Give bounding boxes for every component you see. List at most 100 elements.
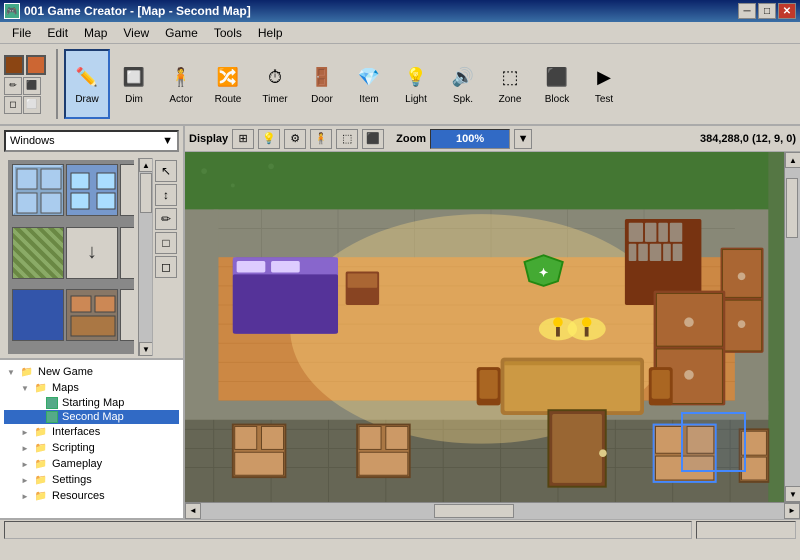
scroll-thumb[interactable] bbox=[140, 173, 152, 213]
side-tool-erase[interactable]: ◻ bbox=[155, 256, 177, 278]
toolbar-tool-zone[interactable]: ⬚Zone bbox=[487, 49, 533, 119]
tile-window-brown[interactable] bbox=[66, 289, 118, 341]
tree-item-interfaces[interactable]: ►📁Interfaces bbox=[4, 424, 179, 440]
close-button[interactable]: ✕ bbox=[778, 3, 796, 19]
title-text: 001 Game Creator - [Map - Second Map] bbox=[24, 4, 251, 18]
hscroll-thumb[interactable] bbox=[434, 504, 514, 518]
toolbar-tool-spk[interactable]: 🔊Spk. bbox=[440, 49, 486, 119]
menu-item-tools[interactable]: Tools bbox=[206, 24, 250, 42]
tree-item-second-map[interactable]: Second Map bbox=[4, 410, 179, 424]
folder-expand-icon: ► bbox=[18, 473, 32, 487]
tree-item-starting-map[interactable]: Starting Map bbox=[4, 396, 179, 410]
toolbar-tool-dim[interactable]: 🔲Dim bbox=[111, 49, 157, 119]
tile-blue[interactable] bbox=[12, 289, 64, 341]
minimize-button[interactable]: ─ bbox=[738, 3, 756, 19]
actor-icon: 🧍 bbox=[167, 64, 195, 92]
toolbar-tool-route[interactable]: 🔀Route bbox=[205, 49, 251, 119]
menu-item-file[interactable]: File bbox=[4, 24, 39, 42]
folder-expand-icon: ► bbox=[18, 425, 32, 439]
folder-expand-icon: ► bbox=[18, 489, 32, 503]
menu-item-game[interactable]: Game bbox=[157, 24, 206, 42]
tile-1[interactable] bbox=[12, 164, 64, 216]
tree-item-gameplay[interactable]: ►📁Gameplay bbox=[4, 456, 179, 472]
tool-fill[interactable]: ⬛ bbox=[23, 77, 41, 95]
tile-2[interactable] bbox=[66, 164, 118, 216]
toolbar-tool-timer[interactable]: ⏱Timer bbox=[252, 49, 298, 119]
tile-eraser[interactable]: ◻ bbox=[120, 289, 134, 341]
tile-diagonal[interactable] bbox=[12, 227, 64, 279]
tile-pencil[interactable]: ✏ bbox=[120, 227, 134, 279]
hscroll-right-arrow[interactable]: ► bbox=[784, 503, 800, 519]
tile-arrow-down[interactable]: ↓ bbox=[66, 227, 118, 279]
color-row bbox=[4, 55, 46, 75]
side-tool-rect[interactable]: □ bbox=[155, 232, 177, 254]
menu-item-view[interactable]: View bbox=[115, 24, 157, 42]
tree-item-label: Starting Map bbox=[62, 397, 124, 409]
vscroll-thumb[interactable] bbox=[786, 178, 798, 238]
tile-grid[interactable]: ↑ ↓ ✏ bbox=[8, 160, 134, 354]
toolbar-tool-draw[interactable]: ✏️Draw bbox=[64, 49, 110, 119]
toolbar-tool-actor[interactable]: 🧍Actor bbox=[158, 49, 204, 119]
route-icon: 🔀 bbox=[214, 64, 242, 92]
chevron-down-icon: ▼ bbox=[162, 135, 173, 147]
windows-dropdown-label: Windows bbox=[10, 135, 55, 147]
draw-tools: ✏ ⬛ ◻ ⬜ bbox=[4, 77, 44, 114]
tree-item-settings[interactable]: ►📁Settings bbox=[4, 472, 179, 488]
test-icon: ▶ bbox=[590, 64, 618, 92]
display-btn-zones[interactable]: ⬚ bbox=[336, 129, 358, 149]
color-swatch-brown[interactable] bbox=[4, 55, 24, 75]
maximize-button[interactable]: □ bbox=[758, 3, 776, 19]
scroll-up-arrow[interactable]: ▲ bbox=[139, 158, 153, 172]
main-layout: Windows ▼ bbox=[0, 126, 800, 518]
tree-item-scripting[interactable]: ►📁Scripting bbox=[4, 440, 179, 456]
vscroll-down-arrow[interactable]: ▼ bbox=[785, 486, 800, 502]
menu-item-edit[interactable]: Edit bbox=[39, 24, 76, 42]
tree-item-new-game[interactable]: ▼📁New Game bbox=[4, 364, 179, 380]
tree-item-label: Second Map bbox=[62, 411, 124, 423]
zoom-dropdown[interactable]: ▼ bbox=[514, 129, 532, 149]
windows-dropdown[interactable]: Windows ▼ bbox=[4, 130, 179, 152]
toolbar-tool-block[interactable]: ⬛Block bbox=[534, 49, 580, 119]
side-tool-1[interactable]: ↖ bbox=[155, 160, 177, 182]
app-icon: 🎮 bbox=[4, 3, 20, 19]
map-icon bbox=[46, 397, 58, 409]
map-canvas[interactable]: ✦ bbox=[185, 152, 784, 502]
map-icon bbox=[46, 411, 58, 423]
color-swatch-orange[interactable] bbox=[26, 55, 46, 75]
side-tool-pencil[interactable]: ✏ bbox=[155, 208, 177, 230]
tree-item-label: Maps bbox=[52, 382, 79, 394]
tree-item-maps[interactable]: ▼📁Maps bbox=[4, 380, 179, 396]
zoom-label: Zoom bbox=[396, 133, 426, 145]
block-icon: ⬛ bbox=[543, 64, 571, 92]
hscroll-left-arrow[interactable]: ◄ bbox=[185, 503, 201, 519]
toolbar-tool-test[interactable]: ▶Test bbox=[581, 49, 627, 119]
menu-item-help[interactable]: Help bbox=[250, 24, 291, 42]
tile-arrow-up[interactable]: ↑ bbox=[120, 164, 134, 216]
toolbar-tool-light[interactable]: 💡Light bbox=[393, 49, 439, 119]
tool-select[interactable]: ⬜ bbox=[23, 96, 41, 114]
display-btn-grid[interactable]: ⊞ bbox=[232, 129, 254, 149]
display-btn-light[interactable]: 💡 bbox=[258, 129, 280, 149]
folder-icon: 📁 bbox=[34, 457, 48, 471]
light-icon: 💡 bbox=[402, 64, 430, 92]
toolbar-tool-item[interactable]: 💎Item bbox=[346, 49, 392, 119]
zoom-input[interactable]: 100% bbox=[430, 129, 510, 149]
display-btn-blocks[interactable]: ⬛ bbox=[362, 129, 384, 149]
toolbar-tool-door[interactable]: 🚪Door bbox=[299, 49, 345, 119]
scroll-down-arrow[interactable]: ▼ bbox=[139, 342, 153, 356]
side-tool-2[interactable]: ↕ bbox=[155, 184, 177, 206]
spk-icon: 🔊 bbox=[449, 64, 477, 92]
tree-item-label: Settings bbox=[52, 474, 92, 486]
tool-pencil[interactable]: ✏ bbox=[4, 77, 22, 95]
tree-item-resources[interactable]: ►📁Resources bbox=[4, 488, 179, 504]
display-btn-actors[interactable]: 🧍 bbox=[310, 129, 332, 149]
door-icon: 🚪 bbox=[308, 64, 336, 92]
tool-eraser[interactable]: ◻ bbox=[4, 96, 22, 114]
folder-icon: 📁 bbox=[34, 425, 48, 439]
vscroll-up-arrow[interactable]: ▲ bbox=[785, 152, 800, 168]
menu-item-map[interactable]: Map bbox=[76, 24, 115, 42]
vscroll-track bbox=[785, 168, 800, 486]
folder-expand-icon: ▼ bbox=[18, 381, 32, 395]
title-bar-left: 🎮 001 Game Creator - [Map - Second Map] bbox=[4, 3, 251, 19]
display-btn-events[interactable]: ⚙ bbox=[284, 129, 306, 149]
